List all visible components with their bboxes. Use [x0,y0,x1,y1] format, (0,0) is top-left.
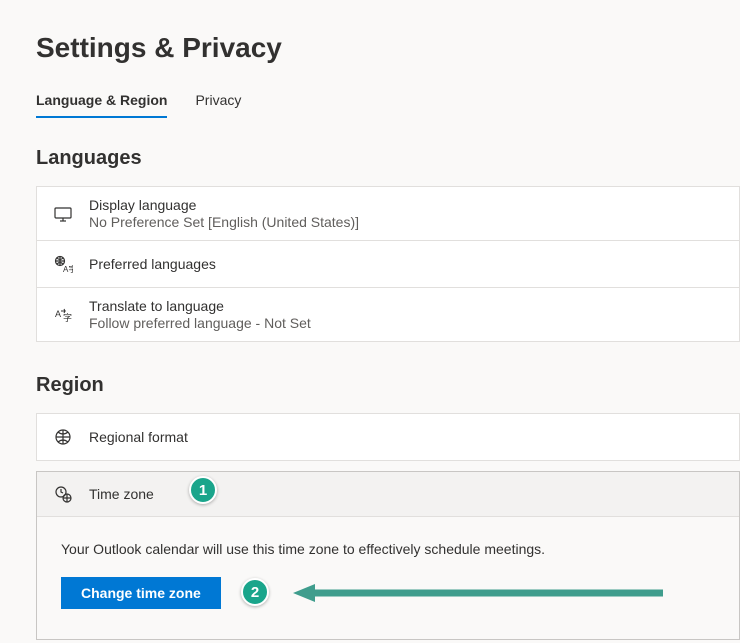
monitor-icon [53,204,73,224]
svg-text:A字: A字 [63,264,73,274]
translate-value: Follow preferred language - Not Set [89,315,311,331]
regional-format-title: Regional format [89,429,188,445]
annotation-badge-1: 1 [189,476,217,504]
translate-icon: A 字 [53,305,73,325]
item-time-zone-header[interactable]: Time zone 1 [37,472,739,517]
globe-icon [53,427,73,447]
annotation-badge-2: 2 [241,578,269,606]
time-zone-panel: Time zone 1 Your Outlook calendar will u… [36,471,740,640]
svg-text:A: A [55,309,61,319]
language-icon: A字 [53,254,73,274]
clock-globe-icon [53,484,73,504]
tab-language-region[interactable]: Language & Region [36,92,167,118]
item-display-language[interactable]: Display language No Preference Set [Engl… [36,186,740,241]
section-region-heading: Region [36,374,740,397]
annotation-arrow-icon [293,583,663,603]
item-regional-format[interactable]: Regional format [36,413,740,461]
item-preferred-languages[interactable]: A字 Preferred languages [36,240,740,288]
tabs: Language & Region Privacy [36,92,740,119]
languages-list: Display language No Preference Set [Engl… [36,186,740,342]
change-time-zone-button[interactable]: Change time zone [61,577,221,609]
time-zone-title: Time zone [89,486,154,502]
section-languages-heading: Languages [36,147,740,170]
display-language-title: Display language [89,197,359,213]
svg-text:字: 字 [63,312,72,323]
item-translate-language[interactable]: A 字 Translate to language Follow preferr… [36,287,740,342]
display-language-value: No Preference Set [English (United State… [89,214,359,230]
region-list: Regional format Time zone 1 Your Outlook… [36,413,740,640]
time-zone-description: Your Outlook calendar will use this time… [61,541,715,557]
preferred-languages-title: Preferred languages [89,256,216,272]
translate-title: Translate to language [89,298,311,314]
tab-privacy[interactable]: Privacy [195,92,241,118]
page-title: Settings & Privacy [36,32,740,64]
